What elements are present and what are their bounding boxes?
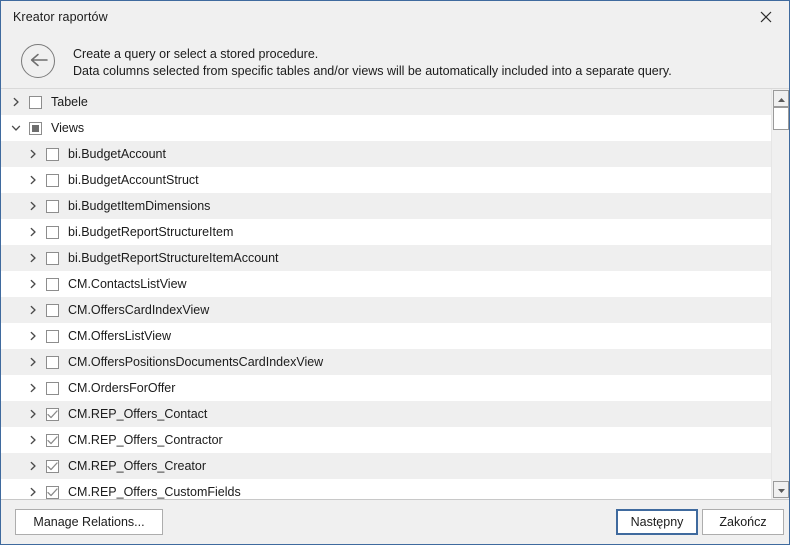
tree-row-label: bi.BudgetReportStructureItem bbox=[68, 225, 234, 239]
tree-row[interactable]: bi.BudgetAccount bbox=[1, 141, 789, 167]
tree-row[interactable]: Views bbox=[1, 115, 771, 141]
row-checkbox[interactable] bbox=[46, 355, 59, 369]
tree-row[interactable]: CM.OffersListView bbox=[1, 323, 771, 349]
title-bar: Kreator raportów bbox=[1, 1, 789, 33]
row-checkbox[interactable] bbox=[29, 95, 42, 109]
chevron-down-icon[interactable] bbox=[9, 121, 23, 135]
wizard-instructions: Create a query or select a stored proced… bbox=[73, 46, 672, 80]
scroll-up-arrow-icon bbox=[777, 92, 786, 106]
tree-row-label: bi.BudgetAccount bbox=[68, 147, 166, 161]
report-wizard-dialog: Kreator raportów Create a query or selec… bbox=[0, 0, 790, 545]
chevron-right-icon[interactable] bbox=[26, 355, 40, 369]
chevron-right-icon[interactable] bbox=[26, 277, 40, 291]
tree-row-label: CM.REP_Offers_Contact bbox=[68, 407, 208, 421]
window-title: Kreator raportów bbox=[13, 10, 108, 24]
indeterminate-mark bbox=[32, 124, 39, 132]
scrollbar-down-button[interactable] bbox=[773, 481, 789, 498]
scroll-down-arrow-icon bbox=[777, 483, 786, 497]
next-button[interactable]: Następny bbox=[616, 509, 698, 535]
chevron-right-icon[interactable] bbox=[26, 381, 40, 395]
tree-row[interactable]: bi.BudgetItemDimensions bbox=[1, 193, 789, 219]
tree-row[interactable]: CM.REP_Offers_Contractor bbox=[1, 427, 771, 453]
row-checkbox[interactable] bbox=[46, 225, 59, 239]
row-checkbox[interactable] bbox=[46, 303, 59, 317]
row-checkbox[interactable] bbox=[46, 485, 59, 499]
tree-row[interactable]: bi.BudgetReportStructureItemAccount bbox=[1, 245, 789, 271]
row-checkbox[interactable] bbox=[46, 433, 59, 447]
tree-row-label: bi.BudgetItemDimensions bbox=[68, 199, 211, 213]
row-checkbox[interactable] bbox=[46, 173, 59, 187]
row-checkbox[interactable] bbox=[29, 121, 42, 135]
scrollbar-up-button[interactable] bbox=[773, 90, 789, 107]
dialog-footer: Manage Relations... Następny Zakończ bbox=[1, 500, 789, 544]
tree-row-label: CM.REP_Offers_Contractor bbox=[68, 433, 223, 447]
tree-row[interactable]: CM.ContactsListView bbox=[1, 271, 771, 297]
finish-button[interactable]: Zakończ bbox=[702, 509, 784, 535]
tree-row-label: Tabele bbox=[51, 95, 88, 109]
tree-row-label: CM.OffersPositionsDocumentsCardIndexView bbox=[68, 355, 324, 369]
row-checkbox[interactable] bbox=[46, 329, 59, 343]
chevron-right-icon[interactable] bbox=[26, 251, 40, 265]
tree-row-label: bi.BudgetReportStructureItemAccount bbox=[68, 251, 279, 265]
manage-relations-button[interactable]: Manage Relations... bbox=[15, 509, 163, 535]
tree-row[interactable]: CM.OrdersForOffer bbox=[1, 375, 771, 401]
row-checkbox[interactable] bbox=[46, 459, 59, 473]
scrollbar-thumb[interactable] bbox=[773, 107, 789, 130]
close-icon bbox=[760, 11, 772, 23]
back-button[interactable] bbox=[21, 44, 55, 78]
row-checkbox[interactable] bbox=[46, 407, 59, 421]
close-button[interactable] bbox=[743, 1, 789, 32]
vertical-scrollbar[interactable] bbox=[771, 89, 789, 499]
chevron-right-icon[interactable] bbox=[26, 303, 40, 317]
row-checkbox[interactable] bbox=[46, 147, 59, 161]
tree-row[interactable]: CM.OffersPositionsDocumentsCardIndexView bbox=[1, 349, 789, 375]
back-arrow-icon bbox=[29, 53, 48, 70]
row-checkbox[interactable] bbox=[46, 199, 59, 213]
object-tree[interactable]: Tabele Views bi.BudgetAccount bi.BudgetAcco… bbox=[1, 89, 789, 499]
tree-row[interactable]: CM.REP_Offers_Creator bbox=[1, 453, 789, 479]
row-checkbox[interactable] bbox=[46, 251, 59, 265]
tree-row[interactable]: CM.REP_Offers_CustomFields bbox=[1, 479, 771, 499]
chevron-right-icon[interactable] bbox=[26, 173, 40, 187]
instruction-line-1: Create a query or select a stored proced… bbox=[73, 47, 319, 61]
tree-row-label: CM.REP_Offers_CustomFields bbox=[68, 485, 241, 499]
chevron-right-icon[interactable] bbox=[26, 407, 40, 421]
tree-row[interactable]: CM.REP_Offers_Contact bbox=[1, 401, 789, 427]
row-checkbox[interactable] bbox=[46, 381, 59, 395]
tree-row-label: bi.BudgetAccountStruct bbox=[68, 173, 199, 187]
tree-row-label: CM.OffersCardIndexView bbox=[68, 303, 210, 317]
tree-row[interactable]: Tabele bbox=[1, 89, 789, 115]
tree-row-label: CM.OffersListView bbox=[68, 329, 172, 343]
row-checkbox[interactable] bbox=[46, 277, 59, 291]
chevron-right-icon[interactable] bbox=[26, 329, 40, 343]
chevron-right-icon[interactable] bbox=[26, 199, 40, 213]
tree-row-label: CM.OrdersForOffer bbox=[68, 381, 176, 395]
instruction-line-2: Data columns selected from specific tabl… bbox=[73, 64, 672, 78]
chevron-right-icon[interactable] bbox=[26, 147, 40, 161]
tree-row[interactable]: bi.BudgetReportStructureItem bbox=[1, 219, 771, 245]
chevron-right-icon[interactable] bbox=[9, 95, 23, 109]
tree-row-label: Views bbox=[51, 121, 85, 135]
chevron-right-icon[interactable] bbox=[26, 459, 40, 473]
chevron-right-icon[interactable] bbox=[26, 433, 40, 447]
chevron-right-icon[interactable] bbox=[26, 485, 40, 499]
chevron-right-icon[interactable] bbox=[26, 225, 40, 239]
wizard-header: Create a query or select a stored proced… bbox=[1, 33, 789, 89]
object-tree-panel: Tabele Views bi.BudgetAccount bi.BudgetAcco… bbox=[1, 89, 789, 500]
tree-row[interactable]: CM.OffersCardIndexView bbox=[1, 297, 789, 323]
tree-row[interactable]: bi.BudgetAccountStruct bbox=[1, 167, 771, 193]
tree-row-label: CM.ContactsListView bbox=[68, 277, 187, 291]
tree-row-label: CM.REP_Offers_Creator bbox=[68, 459, 207, 473]
